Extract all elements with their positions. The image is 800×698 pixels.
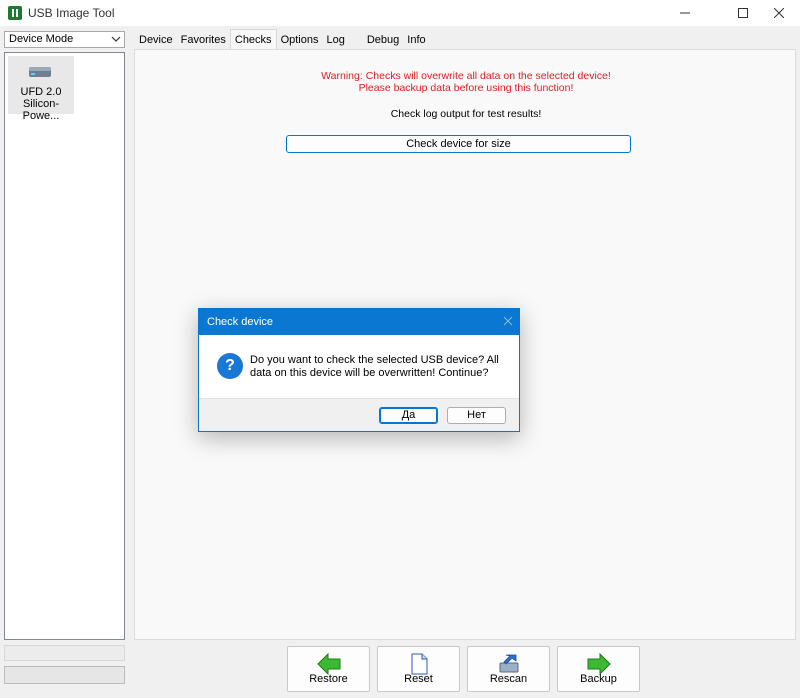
no-button[interactable]: Нет xyxy=(447,407,506,424)
check-device-dialog: Check device ? Do you want to check the … xyxy=(198,308,520,432)
title-bar: USB Image Tool xyxy=(0,0,800,26)
arrow-right-icon xyxy=(587,653,611,675)
rescan-button[interactable]: Rescan xyxy=(467,646,550,692)
device-name: UFD 2.0 xyxy=(20,86,62,98)
restore-button[interactable]: Restore xyxy=(287,646,370,692)
app-icon xyxy=(8,6,22,20)
check-size-button[interactable]: Check device for size xyxy=(286,135,631,153)
backup-button[interactable]: Backup xyxy=(557,646,640,692)
close-icon xyxy=(774,8,784,18)
tab-debug[interactable]: Debug xyxy=(363,31,403,49)
restore-label: Restore xyxy=(309,673,348,685)
rescan-icon xyxy=(499,654,519,673)
warning-text: Warning: Checks will overwrite all data … xyxy=(321,70,611,82)
tab-log[interactable]: Log xyxy=(322,31,362,49)
arrow-left-icon xyxy=(317,653,341,675)
reset-label: Reset xyxy=(404,673,433,685)
warning-text-2: Please backup data before using this fun… xyxy=(358,82,574,94)
minimize-icon xyxy=(680,12,690,14)
backup-label: Backup xyxy=(580,673,617,685)
info-text: Check log output for test results! xyxy=(390,108,542,120)
reset-button[interactable]: Reset xyxy=(377,646,460,692)
question-icon: ? xyxy=(217,353,243,379)
tab-options[interactable]: Options xyxy=(277,31,323,49)
mode-select-value: Device Mode xyxy=(9,33,74,45)
tab-bar: Device Favorites Checks Options Log Debu… xyxy=(135,29,430,49)
minimize-button[interactable] xyxy=(662,0,708,26)
dialog-footer: Да Нет xyxy=(199,398,519,431)
dialog-title: Check device xyxy=(207,316,274,328)
tab-checks[interactable]: Checks xyxy=(229,29,277,49)
chevron-down-icon xyxy=(111,36,121,42)
maximize-icon xyxy=(738,8,748,18)
document-icon xyxy=(411,653,428,675)
rescan-label: Rescan xyxy=(489,673,528,685)
dialog-message: Do you want to check the selected USB de… xyxy=(250,354,499,379)
usb-drive-icon xyxy=(29,67,51,77)
window-title: USB Image Tool xyxy=(28,6,115,20)
tab-info[interactable]: Info xyxy=(403,31,429,49)
mode-select[interactable]: Device Mode xyxy=(4,31,125,48)
tab-device[interactable]: Device xyxy=(135,31,177,49)
device-vendor: Silicon-Powe... xyxy=(22,98,60,122)
close-button[interactable] xyxy=(756,0,800,26)
tab-favorites[interactable]: Favorites xyxy=(177,31,230,49)
device-item[interactable]: UFD 2.0 Silicon-Powe... xyxy=(8,56,74,122)
yes-button[interactable]: Да xyxy=(379,407,438,424)
bottom-toolbar: Restore Reset Rescan Backup xyxy=(0,646,800,692)
dialog-title-bar: Check device xyxy=(199,309,519,335)
close-icon[interactable] xyxy=(503,316,513,326)
device-list[interactable]: UFD 2.0 Silicon-Powe... xyxy=(4,52,125,640)
